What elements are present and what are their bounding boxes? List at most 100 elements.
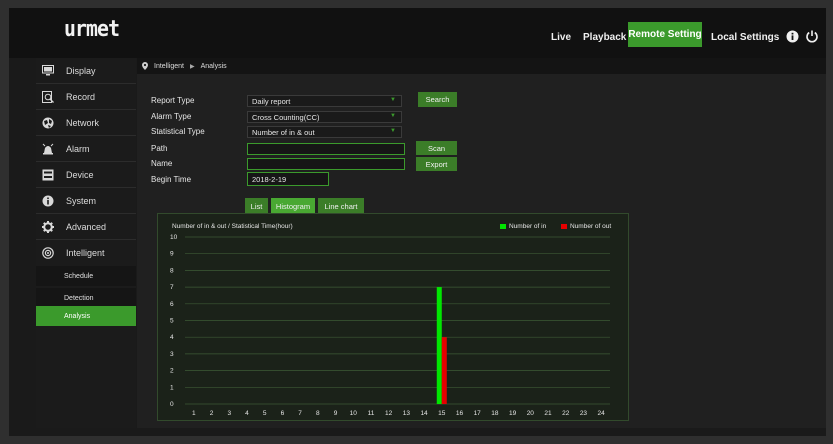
x-tick-label: 23: [580, 410, 588, 417]
y-tick-label: 7: [170, 284, 174, 291]
sidebar-item-label: Advanced: [66, 221, 107, 232]
sidebar-subitem-label: Analysis: [64, 312, 91, 320]
statistical-type-select[interactable]: Number of in & out ▼: [247, 126, 402, 138]
nav-local-settings-label: Local Settings: [711, 31, 780, 43]
report-type-value: Daily report: [252, 96, 291, 106]
y-tick-label: 8: [170, 267, 174, 274]
bar-in: [436, 287, 442, 404]
name-input[interactable]: [247, 158, 405, 170]
y-tick-label: 2: [170, 368, 174, 375]
power-icon[interactable]: [805, 29, 819, 43]
search-button[interactable]: Search: [418, 92, 457, 107]
histogram-chart: Number of in & out / Statistical Time(ho…: [157, 213, 629, 421]
y-tick-label: 5: [170, 318, 174, 325]
sidebar-item-label: Alarm: [66, 143, 90, 154]
system-info-icon: [42, 195, 54, 207]
x-tick-label: 1: [192, 410, 196, 417]
x-tick-label: 19: [509, 410, 517, 417]
info-icon[interactable]: [786, 30, 799, 43]
x-tick-label: 2: [210, 410, 214, 417]
x-tick-label: 7: [298, 410, 302, 417]
y-tick-label: 9: [170, 251, 174, 258]
nav-live[interactable]: Live: [551, 26, 571, 48]
x-tick-label: 9: [334, 410, 338, 417]
statistical-type-value: Number of in & out: [252, 127, 315, 137]
report-type-select[interactable]: Daily report ▼: [247, 95, 402, 107]
begin-time-input[interactable]: 2018-2-19: [247, 172, 329, 186]
sidebar-item-label: Display: [66, 65, 96, 76]
report-type-label: Report Type: [151, 96, 195, 105]
begin-time-label: Begin Time: [151, 175, 192, 184]
sidebar-subitem-detection[interactable]: Detection: [36, 288, 136, 308]
sidebar-subitem-schedule[interactable]: Schedule: [36, 266, 136, 286]
top-bar: urmet Live Playback Remote Setting Local…: [9, 8, 826, 58]
breadcrumb-separator-icon: ▶: [189, 63, 195, 70]
sidebar-subitem-label: Detection: [64, 294, 94, 302]
nav-playback-label: Playback: [583, 31, 627, 43]
sidebar-item-record[interactable]: Record: [36, 84, 136, 109]
name-label: Name: [151, 159, 173, 168]
tab-line-chart[interactable]: Line chart: [318, 198, 364, 214]
y-tick-label: 3: [170, 351, 174, 358]
sidebar-item-advanced[interactable]: Advanced: [36, 214, 136, 239]
x-tick-label: 3: [227, 410, 231, 417]
path-input[interactable]: [247, 143, 405, 155]
location-pin-icon: [142, 62, 148, 70]
sidebar-item-display[interactable]: Display: [36, 58, 136, 83]
x-tick-label: 24: [598, 410, 606, 417]
alarm-type-select[interactable]: Cross Counting(CC) ▼: [247, 111, 402, 123]
alarm-icon: [42, 143, 54, 155]
y-tick-label: 1: [170, 384, 174, 391]
breadcrumb: Intelligent ▶ Analysis: [137, 58, 826, 74]
x-tick-label: 16: [456, 410, 464, 417]
sidebar-item-network[interactable]: Network: [36, 110, 136, 135]
tab-histogram[interactable]: Histogram: [271, 198, 315, 214]
tab-list[interactable]: List: [245, 198, 268, 214]
y-tick-label: 10: [170, 234, 178, 241]
gear-icon: [42, 220, 54, 233]
sidebar-item-label: Network: [66, 117, 100, 128]
sidebar-item-label: Device: [66, 169, 94, 180]
device-icon: [42, 169, 54, 181]
y-tick-label: 0: [170, 401, 174, 408]
x-tick-label: 22: [562, 410, 570, 417]
sidebar-subitem-analysis[interactable]: Analysis: [36, 306, 136, 326]
x-tick-label: 8: [316, 410, 320, 417]
breadcrumb-page: Analysis: [200, 62, 227, 70]
x-tick-label: 21: [544, 410, 552, 417]
sidebar-item-system[interactable]: System: [36, 188, 136, 213]
statistical-type-label: Statistical Type: [151, 127, 205, 136]
x-tick-label: 17: [474, 410, 482, 417]
sidebar-item-label: Record: [66, 91, 96, 102]
x-tick-label: 13: [403, 410, 411, 417]
nav-remote-setting-label: Remote Setting: [628, 29, 702, 40]
x-tick-label: 10: [350, 410, 358, 417]
scan-button[interactable]: Scan: [416, 141, 457, 155]
x-tick-label: 18: [491, 410, 499, 417]
alarm-type-label: Alarm Type: [151, 112, 192, 121]
sidebar-subitem-label: Schedule: [64, 272, 94, 280]
export-button[interactable]: Export: [416, 157, 457, 171]
x-tick-label: 12: [385, 410, 393, 417]
x-tick-label: 6: [281, 410, 285, 417]
intelligent-icon: [42, 246, 54, 259]
breadcrumb-section[interactable]: Intelligent: [154, 63, 184, 70]
record-icon: [42, 90, 54, 103]
alarm-type-value: Cross Counting(CC): [252, 112, 320, 122]
nav-live-label: Live: [551, 31, 572, 43]
x-tick-label: 14: [420, 410, 428, 417]
sidebar-item-label: System: [66, 195, 97, 206]
nav-local-settings[interactable]: Local Settings: [711, 26, 779, 48]
sidebar-item-alarm[interactable]: Alarm: [36, 136, 136, 161]
sidebar-item-label: Intelligent: [66, 247, 105, 258]
sidebar-item-device[interactable]: Device: [36, 162, 136, 187]
x-tick-label: 5: [263, 410, 267, 417]
monitor-icon: [42, 65, 54, 77]
path-label: Path: [151, 144, 168, 153]
sidebar: Display Record Network Alarm Device Syst…: [36, 58, 136, 428]
nav-remote-setting[interactable]: Remote Setting: [628, 22, 702, 47]
sidebar-item-intelligent[interactable]: Intelligent: [36, 240, 136, 265]
x-tick-label: 15: [438, 410, 446, 417]
y-tick-label: 6: [170, 301, 174, 308]
nav-playback[interactable]: Playback: [583, 26, 626, 48]
